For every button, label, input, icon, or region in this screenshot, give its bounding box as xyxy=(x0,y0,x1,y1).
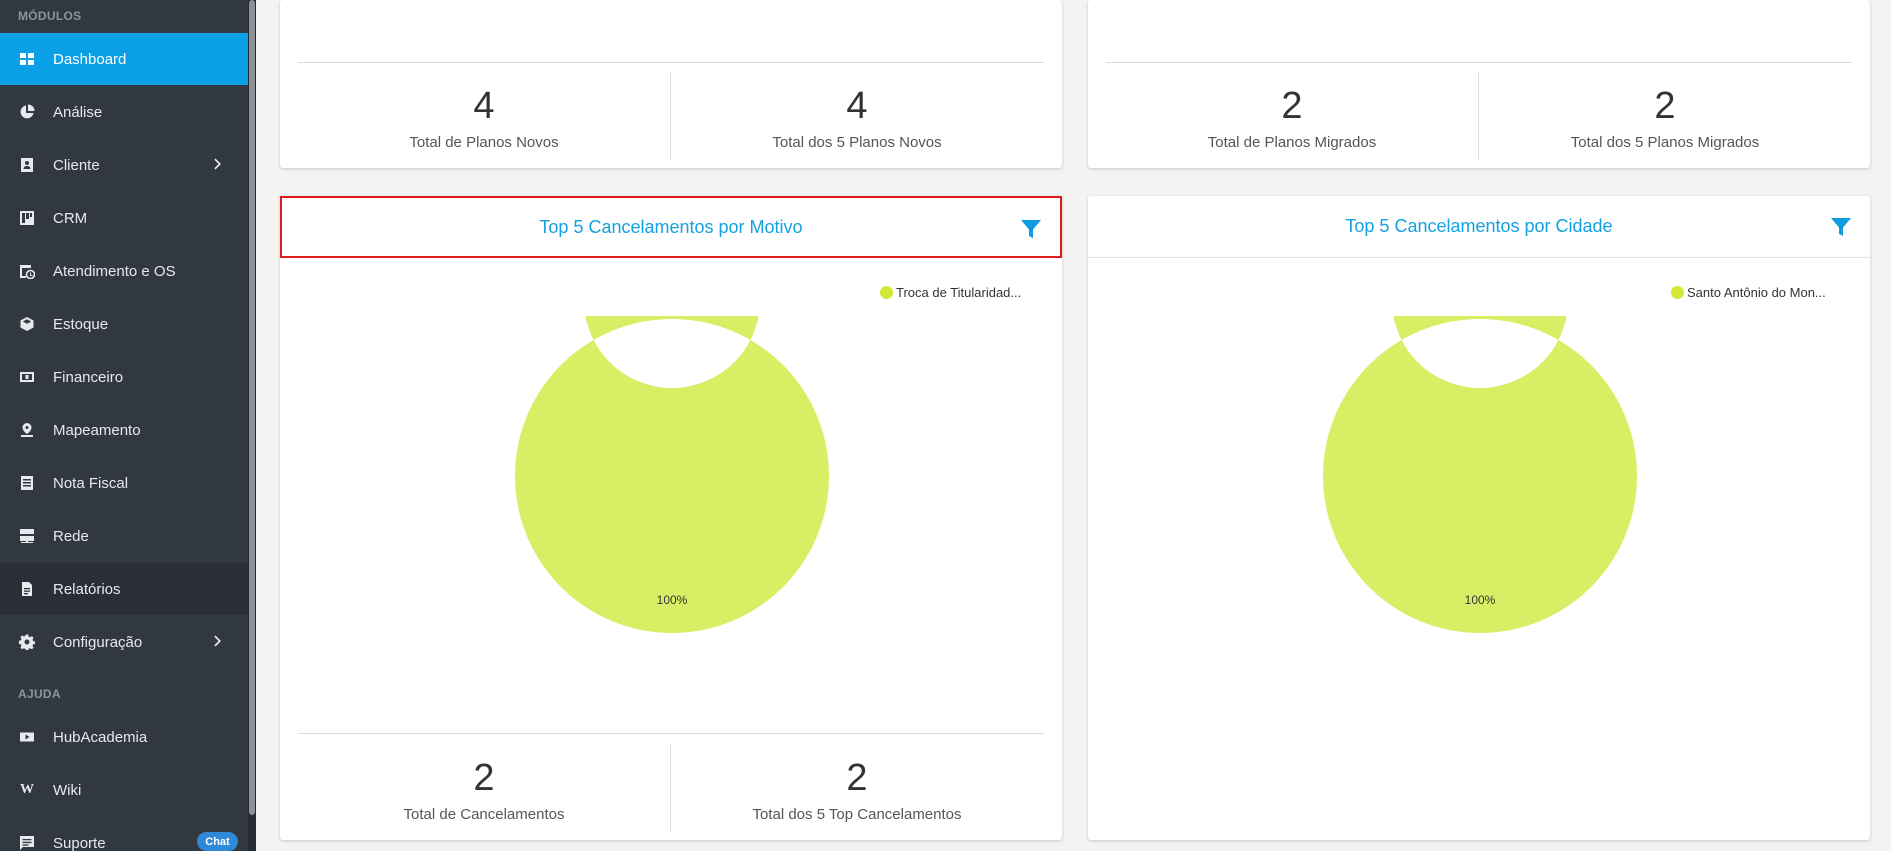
card-divider xyxy=(298,62,1044,63)
wikipedia-icon: W xyxy=(20,782,34,797)
filter-icon[interactable] xyxy=(1830,216,1852,238)
sidebar-item-label: Rede xyxy=(53,527,89,545)
stat-label: Total dos 5 Planos Novos xyxy=(772,134,942,151)
sidebar-item-financeiro[interactable]: Financeiro xyxy=(0,351,248,403)
stat-total-cancelamentos: 2 Total de Cancelamentos xyxy=(298,756,670,823)
document-icon xyxy=(19,581,35,597)
legend-label: Santo Antônio do Mon... xyxy=(1687,285,1826,300)
sidebar-item-nota-fiscal[interactable]: Nota Fiscal xyxy=(0,457,248,509)
stat-value: 2 xyxy=(473,757,495,799)
donut-chart-motivo[interactable]: 100% xyxy=(512,316,832,636)
sidebar-item-cliente[interactable]: Cliente xyxy=(0,139,248,191)
sidebar-item-atendimento[interactable]: Atendimento e OS xyxy=(0,245,248,297)
sidebar-item-label: Atendimento e OS xyxy=(53,262,176,280)
card-divider xyxy=(1106,62,1852,63)
sidebar-item-rede[interactable]: Rede xyxy=(0,510,248,562)
gear-icon xyxy=(19,634,35,650)
sidebar-item-crm[interactable]: CRM xyxy=(0,192,248,244)
chart-legend[interactable]: Troca de Titularidad... xyxy=(880,285,1021,300)
donut-slice xyxy=(515,316,829,633)
contact-card-icon xyxy=(19,157,35,173)
legend-swatch xyxy=(880,286,893,299)
legend-label: Troca de Titularidad... xyxy=(896,285,1022,300)
stat-total-planos-novos: 4 Total de Planos Novos xyxy=(298,84,670,151)
stat-value: 4 xyxy=(473,85,495,127)
sidebar-item-configuracao[interactable]: Configuração xyxy=(0,616,248,668)
card-planos-novos: 4 Total de Planos Novos 4 Total dos 5 Pl… xyxy=(280,0,1062,168)
stat-value: 2 xyxy=(1281,85,1303,127)
card-cancelamentos-cidade: Top 5 Cancelamentos por Cidade Santo Ant… xyxy=(1088,196,1870,840)
sidebar-item-label: Financeiro xyxy=(53,368,124,386)
sidebar-item-label: CRM xyxy=(53,209,88,227)
dashboard-icon xyxy=(19,51,35,67)
stat-value: 4 xyxy=(846,85,868,127)
sidebar-item-label: Mapeamento xyxy=(53,421,141,439)
sidebar: MÓDULOS Dashboard Análise Cliente CRM At… xyxy=(0,0,256,851)
chevron-right-icon xyxy=(210,156,226,172)
card-title: Top 5 Cancelamentos por Cidade xyxy=(1345,216,1613,236)
stat-total-5-top-cancelamentos: 2 Total dos 5 Top Cancelamentos xyxy=(671,756,1043,823)
sidebar-item-label: Estoque xyxy=(53,315,109,333)
kanban-board-icon xyxy=(19,210,35,226)
pie-chart-icon xyxy=(19,104,35,120)
receipt-icon xyxy=(19,475,35,491)
sidebar-item-label: Relatórios xyxy=(53,580,121,598)
stat-total-5-planos-migrados: 2 Total dos 5 Planos Migrados xyxy=(1479,84,1851,151)
stat-total-planos-migrados: 2 Total de Planos Migrados xyxy=(1106,84,1478,151)
stat-total-5-planos-novos: 4 Total dos 5 Planos Novos xyxy=(671,84,1043,151)
card-title: Top 5 Cancelamentos por Motivo xyxy=(539,216,803,237)
section-label-help: AJUDA xyxy=(18,687,61,701)
sidebar-item-mapeamento[interactable]: Mapeamento xyxy=(0,404,248,456)
donut-slice xyxy=(1323,316,1637,633)
sidebar-item-estoque[interactable]: Estoque xyxy=(0,298,248,350)
card-divider xyxy=(298,733,1044,734)
sidebar-item-label: Configuração xyxy=(53,633,143,651)
sidebar-item-label: HubAcademia xyxy=(53,728,148,746)
card-header: Top 5 Cancelamentos por Motivo xyxy=(280,196,1062,258)
stat-label: Total dos 5 Planos Migrados xyxy=(1570,134,1760,151)
sidebar-item-label: Wiki xyxy=(53,781,82,799)
chat-badge[interactable]: Chat xyxy=(197,832,238,851)
donut-chart-cidade[interactable]: 100% xyxy=(1320,316,1640,636)
sidebar-scrollbar-thumb[interactable] xyxy=(249,0,255,815)
server-icon xyxy=(19,528,35,544)
sidebar-item-label: Análise xyxy=(53,103,103,121)
sidebar-item-label: Dashboard xyxy=(53,50,127,68)
chart-legend[interactable]: Santo Antônio do Mon... xyxy=(1671,285,1826,300)
sidebar-item-hubacademia[interactable]: HubAcademia xyxy=(0,711,248,763)
sidebar-item-label: Nota Fiscal xyxy=(53,474,129,492)
chat-bubble-icon xyxy=(19,835,35,851)
stat-value: 2 xyxy=(846,757,868,799)
youtube-icon xyxy=(19,729,35,745)
map-pin-icon xyxy=(19,422,35,438)
box-icon xyxy=(19,316,35,332)
calendar-clock-icon xyxy=(19,263,35,279)
filter-icon[interactable] xyxy=(1020,218,1042,240)
slice-percent-label: 100% xyxy=(1465,593,1496,607)
money-icon xyxy=(19,369,35,385)
stat-label: Total de Cancelamentos xyxy=(403,806,565,823)
card-header: Top 5 Cancelamentos por Cidade xyxy=(1088,196,1870,258)
sidebar-item-wiki[interactable]: W Wiki xyxy=(0,764,248,816)
sidebar-item-analise[interactable]: Análise xyxy=(0,86,248,138)
stat-value: 2 xyxy=(1654,85,1676,127)
stat-label: Total de Planos Migrados xyxy=(1207,134,1377,151)
card-planos-migrados: 2 Total de Planos Migrados 2 Total dos 5… xyxy=(1088,0,1870,168)
slice-percent-label: 100% xyxy=(657,593,688,607)
legend-swatch xyxy=(1671,286,1684,299)
sidebar-scrollbar[interactable] xyxy=(248,0,256,851)
sidebar-item-label: Cliente xyxy=(53,156,100,174)
section-label-modules: MÓDULOS xyxy=(18,9,82,23)
sidebar-item-relatorios[interactable]: Relatórios xyxy=(0,563,248,615)
sidebar-item-dashboard[interactable]: Dashboard xyxy=(0,33,248,85)
stat-label: Total de Planos Novos xyxy=(409,134,559,151)
chevron-right-icon xyxy=(210,633,226,649)
sidebar-item-label: Suporte xyxy=(53,834,106,851)
stat-label: Total dos 5 Top Cancelamentos xyxy=(752,806,962,823)
card-cancelamentos-motivo: Top 5 Cancelamentos por Motivo Troca de … xyxy=(280,196,1062,840)
